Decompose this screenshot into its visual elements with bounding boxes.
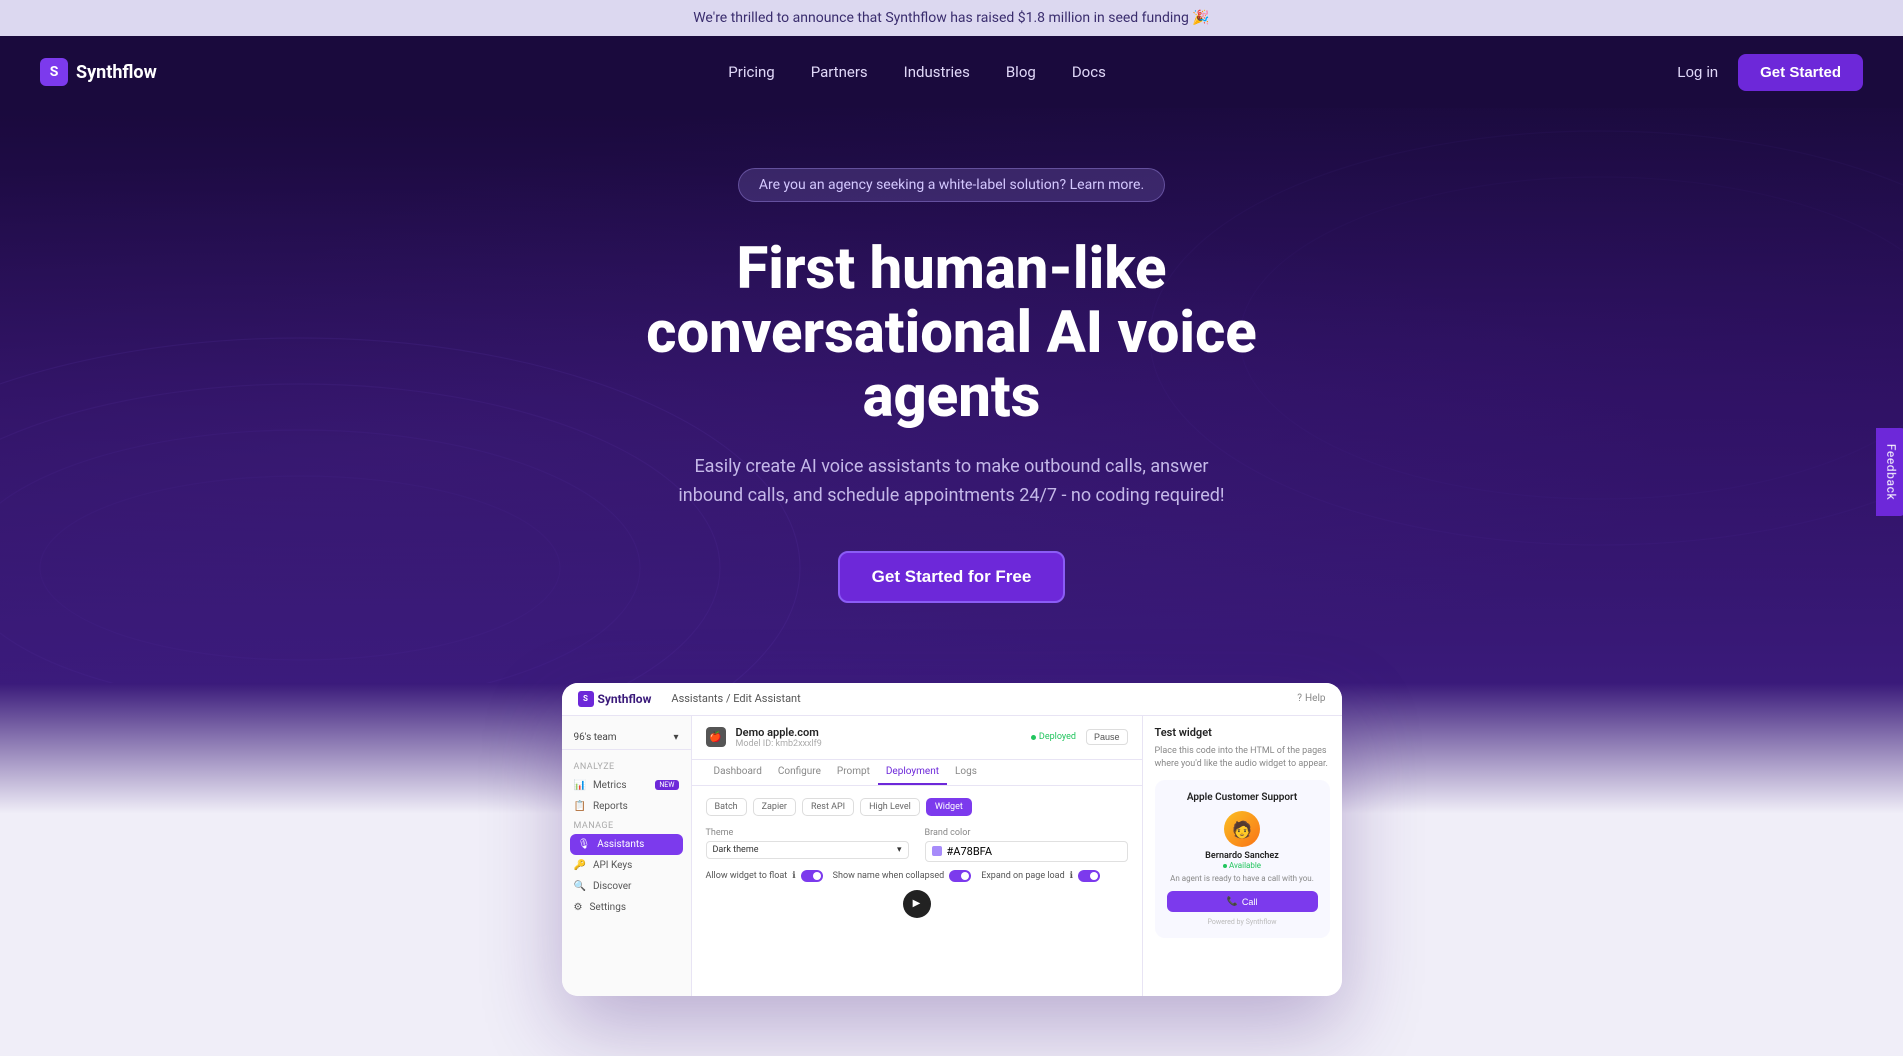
- mock-toggle-expand: Expand on page load ℹ: [981, 870, 1100, 882]
- announcement-bar: We're thrilled to announce that Synthflo…: [0, 0, 1903, 36]
- discover-icon: 🔍: [574, 881, 586, 892]
- tab-configure[interactable]: Configure: [770, 760, 829, 785]
- nav-item-industries[interactable]: Industries: [904, 63, 970, 81]
- announcement-text: We're thrilled to announce that Synthflo…: [693, 10, 1210, 26]
- mock-pause-button[interactable]: Pause: [1086, 729, 1128, 745]
- mock-nav-settings[interactable]: ⚙ Settings: [562, 897, 691, 918]
- settings-icon: ⚙: [574, 902, 583, 913]
- mock-help[interactable]: ? Help: [1297, 693, 1325, 704]
- mock-brand-color-input[interactable]: #A78BFA: [925, 841, 1128, 862]
- get-started-nav-button[interactable]: Get Started: [1738, 54, 1863, 91]
- mock-nav-apikeys[interactable]: 🔑 API Keys: [562, 855, 691, 876]
- mock-deployed-status: Deployed: [1031, 732, 1076, 742]
- mock-team-select[interactable]: 96's team ▾: [562, 726, 691, 750]
- mock-call-button[interactable]: 📞 Call: [1167, 891, 1318, 912]
- mock-analyze-label: ANALYZE: [562, 758, 691, 775]
- api-keys-icon: 🔑: [574, 860, 586, 871]
- mock-theme-select[interactable]: Dark theme ▾: [706, 841, 909, 859]
- navbar-actions: Log in Get Started: [1677, 54, 1863, 91]
- new-badge: NEW: [655, 780, 678, 790]
- mock-assistant-logo-icon: 🍎: [706, 727, 726, 747]
- nav-item-docs[interactable]: Docs: [1072, 63, 1106, 81]
- mock-color-dot: [932, 846, 942, 856]
- hero-section: Are you an agency seeking a white-label …: [0, 108, 1903, 683]
- mock-assistant-name: Demo apple.com: [736, 726, 1021, 739]
- mock-agent-avatar: 🧑: [1224, 811, 1260, 847]
- agency-badge[interactable]: Are you an agency seeking a white-label …: [738, 168, 1165, 202]
- nav-item-partners[interactable]: Partners: [811, 63, 868, 81]
- subtab-restapi[interactable]: Rest API: [802, 798, 854, 816]
- metrics-icon: 📊: [574, 780, 586, 791]
- dashboard-mockup: S Synthflow Assistants / Edit Assistant …: [562, 683, 1342, 996]
- mock-widget-preview-title: Apple Customer Support: [1167, 792, 1318, 803]
- mock-assistant-info: Demo apple.com Model ID: kmb2xxxlf9: [736, 726, 1021, 749]
- mock-powered-by: Powered by Synthflow: [1167, 918, 1318, 926]
- navbar-brand-name: Synthflow: [76, 62, 157, 83]
- mock-sidebar: 96's team ▾ ANALYZE 📊 Metrics NEW 📋 Repo…: [562, 716, 692, 996]
- mock-nav-metrics[interactable]: 📊 Metrics NEW: [562, 775, 691, 796]
- tab-dashboard[interactable]: Dashboard: [706, 760, 770, 785]
- mock-assistant-header: 🍎 Demo apple.com Model ID: kmb2xxxlf9 De…: [692, 716, 1142, 760]
- agent-status-dot: [1223, 864, 1227, 868]
- mock-theme-label: Theme: [706, 828, 909, 838]
- mock-widget-desc: Place this code into the HTML of the pag…: [1155, 745, 1330, 770]
- mock-tabs: Dashboard Configure Prompt Deployment Lo…: [692, 760, 1142, 786]
- mock-toggle-float: Allow widget to float ℹ: [706, 870, 823, 882]
- mock-toggle-expand-switch[interactable]: [1078, 870, 1100, 882]
- phone-icon: 📞: [1227, 896, 1238, 907]
- mock-nav-discover[interactable]: 🔍 Discover: [562, 876, 691, 897]
- mock-logo-icon: S: [578, 691, 594, 707]
- subtab-batch[interactable]: Batch: [706, 798, 747, 816]
- navbar: S Synthflow Pricing Partners Industries …: [0, 36, 1903, 108]
- subtab-widget[interactable]: Widget: [926, 798, 972, 816]
- tab-deployment[interactable]: Deployment: [878, 760, 947, 785]
- nav-item-pricing[interactable]: Pricing: [728, 63, 774, 81]
- tab-prompt[interactable]: Prompt: [829, 760, 878, 785]
- navbar-nav: Pricing Partners Industries Blog Docs: [728, 63, 1106, 81]
- mock-toggle-row: Allow widget to float ℹ Show name when c…: [706, 870, 1128, 882]
- mock-logo: S Synthflow: [578, 691, 652, 707]
- mock-breadcrumb: Assistants / Edit Assistant: [671, 692, 800, 705]
- mock-brand-color-label: Brand color: [925, 828, 1128, 838]
- subtab-highlevel[interactable]: High Level: [860, 798, 920, 816]
- dashboard-section: S Synthflow Assistants / Edit Assistant …: [0, 683, 1903, 1056]
- mock-main: 🍎 Demo apple.com Model ID: kmb2xxxlf9 De…: [692, 716, 1142, 996]
- mock-assistant-id: Model ID: kmb2xxxlf9: [736, 739, 1021, 749]
- mock-widget-preview: Apple Customer Support 🧑 Bernardo Sanche…: [1155, 780, 1330, 938]
- logo-icon: S: [40, 58, 68, 86]
- mock-body: 96's team ▾ ANALYZE 📊 Metrics NEW 📋 Repo…: [562, 716, 1342, 996]
- mock-manage-label: MANAGE: [562, 817, 691, 834]
- mock-nav-assistants[interactable]: 🎙 Assistants: [570, 834, 683, 855]
- mock-agent-name: Bernardo Sanchez: [1167, 851, 1318, 861]
- get-started-free-button[interactable]: Get Started for Free: [838, 551, 1066, 603]
- mock-toggle-showname-switch[interactable]: [949, 870, 971, 882]
- nav-item-blog[interactable]: Blog: [1006, 63, 1036, 81]
- mock-agent-status: Available: [1167, 861, 1318, 870]
- mock-form-row-theme: Theme Dark theme ▾ Brand color #A78BFA: [706, 828, 1128, 862]
- mock-agent-desc: An agent is ready to have a call with yo…: [1167, 874, 1318, 883]
- tab-logs[interactable]: Logs: [947, 760, 985, 785]
- mock-widget-panel: Test widget Place this code into the HTM…: [1142, 716, 1342, 996]
- navbar-logo[interactable]: S Synthflow: [40, 58, 157, 86]
- mock-toggle-float-switch[interactable]: [801, 870, 823, 882]
- assistants-icon: 🎙: [578, 839, 591, 850]
- synthflow-brand-small: Synthflow: [1246, 918, 1277, 926]
- hero-title: First human-like conversational AI voice…: [552, 238, 1352, 429]
- login-button[interactable]: Log in: [1677, 64, 1718, 81]
- mock-toggle-showname: Show name when collapsed: [833, 870, 972, 882]
- mock-content: Batch Zapier Rest API High Level Widget …: [692, 786, 1142, 930]
- deployed-dot: [1031, 735, 1036, 740]
- reports-icon: 📋: [574, 801, 586, 812]
- mock-widget-title: Test widget: [1155, 726, 1330, 739]
- mock-topbar: S Synthflow Assistants / Edit Assistant …: [562, 683, 1342, 716]
- mock-brand-color-group: Brand color #A78BFA: [925, 828, 1128, 862]
- subtab-zapier[interactable]: Zapier: [753, 798, 796, 816]
- hero-subtitle: Easily create AI voice assistants to mak…: [662, 453, 1242, 511]
- feedback-tab[interactable]: Feedback: [1876, 428, 1903, 516]
- mock-nav-reports[interactable]: 📋 Reports: [562, 796, 691, 817]
- mock-sub-tabs: Batch Zapier Rest API High Level Widget: [706, 798, 1128, 816]
- mock-theme-group: Theme Dark theme ▾: [706, 828, 909, 862]
- mock-play-button[interactable]: ▶: [903, 890, 931, 918]
